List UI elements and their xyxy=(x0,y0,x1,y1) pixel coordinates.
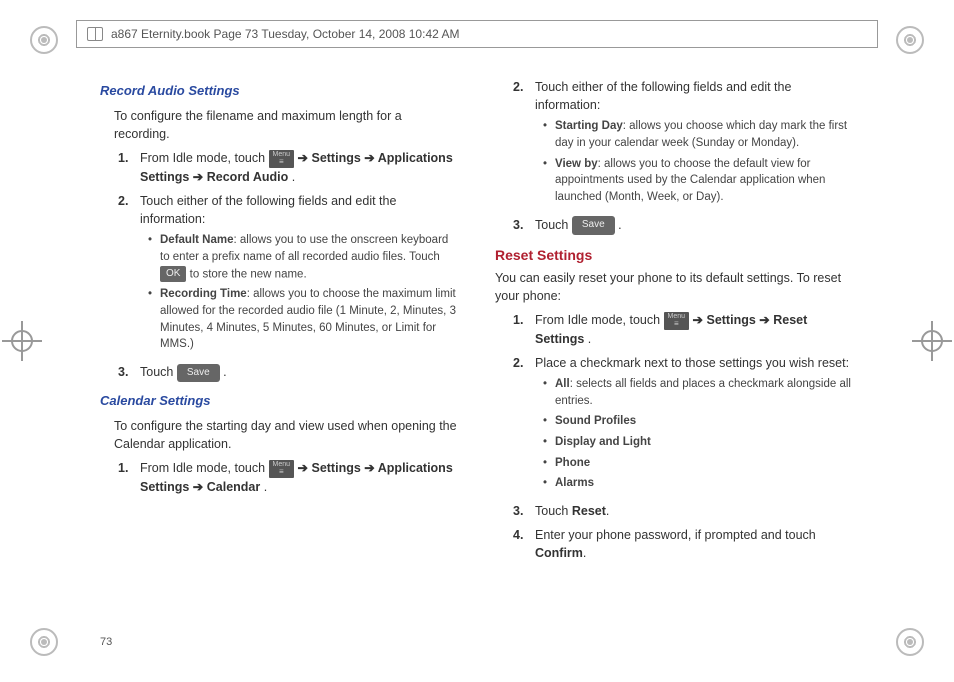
print-mark-tr xyxy=(896,26,924,54)
heading-record-audio: Record Audio Settings xyxy=(100,82,459,101)
step-number: 2. xyxy=(513,78,535,210)
registration-mark-left xyxy=(2,321,42,361)
right-column: 2. Touch either of the following fields … xyxy=(495,72,854,622)
step-number: 2. xyxy=(513,354,535,496)
record-audio-intro: To configure the filename and maximum le… xyxy=(114,107,459,143)
calendar-steps-continued: 2. Touch either of the following fields … xyxy=(513,78,854,235)
print-mark-bl xyxy=(30,628,58,656)
step-body: From Idle mode, touch Menu ➔ Settings ➔ … xyxy=(140,149,459,186)
reset-steps: 1. From Idle mode, touch Menu ➔ Settings… xyxy=(513,311,854,562)
step-number: 1. xyxy=(118,459,140,496)
step-body: From Idle mode, touch Menu ➔ Settings ➔ … xyxy=(535,311,854,348)
print-mark-tl xyxy=(30,26,58,54)
registration-mark-right xyxy=(912,321,952,361)
menu-icon: Menu xyxy=(664,312,690,330)
print-mark-br xyxy=(896,628,924,656)
step-body: Touch Save . xyxy=(140,363,459,382)
page-header-frame: a867 Eternity.book Page 73 Tuesday, Octo… xyxy=(76,20,878,48)
heading-reset-settings: Reset Settings xyxy=(495,245,854,265)
calendar-steps: 1. From Idle mode, touch Menu ➔ Settings… xyxy=(118,459,459,496)
step-number: 1. xyxy=(513,311,535,348)
record-audio-steps: 1. From Idle mode, touch Menu ➔ Settings… xyxy=(118,149,459,382)
step-number: 4. xyxy=(513,526,535,562)
step-number: 2. xyxy=(118,192,140,357)
step-number: 3. xyxy=(118,363,140,382)
step-number: 3. xyxy=(513,216,535,235)
menu-icon: Menu xyxy=(269,460,295,478)
ok-button-chip: OK xyxy=(160,266,186,283)
page-header-text: a867 Eternity.book Page 73 Tuesday, Octo… xyxy=(111,27,459,41)
left-column: Record Audio Settings To configure the f… xyxy=(100,72,459,622)
book-icon xyxy=(87,27,103,41)
page-number: 73 xyxy=(100,636,112,648)
step-body: Touch either of the following fields and… xyxy=(535,78,854,210)
step-body: Place a checkmark next to those settings… xyxy=(535,354,854,496)
calendar-intro: To configure the starting day and view u… xyxy=(114,417,459,453)
reset-intro: You can easily reset your phone to its d… xyxy=(495,269,854,305)
step-body: Touch either of the following fields and… xyxy=(140,192,459,357)
page-content: Record Audio Settings To configure the f… xyxy=(100,72,854,622)
step-body: Touch Reset. xyxy=(535,502,854,520)
save-button-chip: Save xyxy=(572,216,615,235)
step-number: 1. xyxy=(118,149,140,186)
step-body: From Idle mode, touch Menu ➔ Settings ➔ … xyxy=(140,459,459,496)
menu-icon: Menu xyxy=(269,150,295,168)
save-button-chip: Save xyxy=(177,364,220,383)
step-number: 3. xyxy=(513,502,535,520)
heading-calendar: Calendar Settings xyxy=(100,392,459,411)
step-body: Enter your phone password, if prompted a… xyxy=(535,526,854,562)
step-body: Touch Save . xyxy=(535,216,854,235)
